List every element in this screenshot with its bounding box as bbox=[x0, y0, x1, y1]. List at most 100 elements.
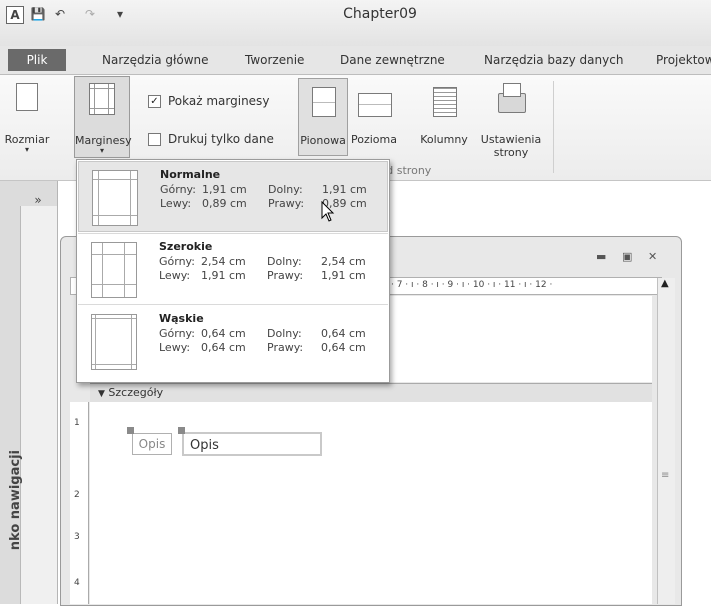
landscape-page-icon bbox=[358, 93, 392, 117]
portrait-button[interactable]: Pionowa bbox=[298, 78, 348, 156]
menu-divider bbox=[78, 304, 388, 305]
tab-database-tools[interactable]: Narzędzia bazy danych bbox=[484, 53, 623, 67]
vertical-scrollbar[interactable]: ▲ ≡ bbox=[657, 278, 675, 604]
margin-wide-thumbnail bbox=[91, 242, 137, 298]
right-margin-label: Prawy: bbox=[268, 197, 305, 210]
margin-option-name: Normalne bbox=[160, 168, 221, 181]
tab-design[interactable]: Projektow bbox=[656, 53, 711, 67]
tab-create[interactable]: Tworzenie bbox=[245, 53, 304, 67]
margin-option-wide[interactable]: Szerokie Górny: 2,54 cm Dolny: 2,54 cm L… bbox=[78, 234, 388, 305]
label-move-handle[interactable] bbox=[127, 427, 134, 434]
section-arrow-icon: ▼ bbox=[98, 389, 105, 399]
left-margin-value: 0,64 cm bbox=[201, 341, 246, 354]
undo-icon[interactable]: ↶ bbox=[52, 6, 68, 22]
bottom-margin-label: Dolny: bbox=[267, 327, 302, 340]
columns-icon bbox=[433, 87, 457, 117]
margin-narrow-thumbnail bbox=[91, 314, 137, 370]
left-margin-label: Lewy: bbox=[159, 341, 191, 354]
columns-label: Kolumny bbox=[420, 133, 468, 146]
margin-option-values-row2: Lewy: 0,64 cm Prawy: 0,64 cm bbox=[159, 341, 366, 354]
landscape-label: Pozioma bbox=[351, 133, 397, 146]
bottom-margin-label: Dolny: bbox=[267, 255, 302, 268]
detail-section-bar[interactable]: ▼ Szczegóły bbox=[90, 383, 652, 403]
top-margin-value: 1,91 cm bbox=[202, 183, 247, 196]
margin-option-narrow[interactable]: Wąskie Górny: 0,64 cm Dolny: 0,64 cm Lew… bbox=[78, 306, 388, 377]
landscape-button[interactable]: Pozioma bbox=[350, 79, 398, 155]
scroll-up-arrow-icon[interactable]: ▲ bbox=[661, 278, 669, 289]
chevron-down-icon: ▾ bbox=[24, 145, 29, 154]
left-margin-value: 0,89 cm bbox=[202, 197, 247, 210]
tab-external-data[interactable]: Dane zewnętrzne bbox=[340, 53, 445, 67]
save-icon[interactable]: 💾 bbox=[30, 6, 46, 22]
tab-file[interactable]: Plik bbox=[8, 49, 66, 71]
printer-paper-icon bbox=[503, 83, 521, 97]
vruler-mark: 1 bbox=[74, 418, 80, 428]
top-margin-value: 2,54 cm bbox=[201, 255, 246, 268]
top-margin-label: Górny: bbox=[160, 183, 196, 196]
margin-normal-thumbnail bbox=[92, 170, 138, 226]
left-margin-label: Lewy: bbox=[159, 269, 191, 282]
top-margin-label: Górny: bbox=[159, 327, 195, 340]
mouse-cursor-icon bbox=[321, 201, 335, 222]
textbox-move-handle[interactable] bbox=[178, 427, 185, 434]
margin-option-normal[interactable]: Normalne Górny: 1,91 cm Dolny: 1,91 cm L… bbox=[78, 161, 388, 232]
margin-option-values-row1: Górny: 0,64 cm Dolny: 0,64 cm bbox=[159, 327, 366, 340]
top-margin-label: Górny: bbox=[159, 255, 195, 268]
margin-option-values-row1: Górny: 2,54 cm Dolny: 2,54 cm bbox=[159, 255, 366, 268]
vruler-mark: 2 bbox=[74, 490, 80, 500]
size-button[interactable]: Rozmiar ▾ bbox=[4, 81, 50, 154]
portrait-label: Pionowa bbox=[300, 134, 346, 147]
bottom-margin-value: 2,54 cm bbox=[321, 255, 366, 268]
left-margin-value: 1,91 cm bbox=[201, 269, 246, 282]
vruler-mark: 4 bbox=[74, 578, 80, 588]
tab-home[interactable]: Narzędzia główne bbox=[102, 53, 209, 67]
show-margins-checkbox[interactable]: ✓ bbox=[148, 95, 161, 108]
margin-option-values-row2: Lewy: 1,91 cm Prawy: 1,91 cm bbox=[159, 269, 366, 282]
portrait-page-icon bbox=[312, 87, 336, 117]
left-margin-label: Lewy: bbox=[160, 197, 192, 210]
close-icon[interactable]: ✕ bbox=[648, 250, 657, 263]
title-bar: A 💾 ↶ ↷ ▾ Chapter09 bbox=[0, 0, 711, 46]
vertical-ruler: 1 2 3 4 bbox=[70, 402, 89, 604]
print-data-only-checkbox[interactable] bbox=[148, 133, 161, 146]
page-setup-button[interactable]: Ustawienia strony bbox=[474, 79, 548, 159]
bottom-margin-value: 0,64 cm bbox=[321, 327, 366, 340]
chevron-down-icon: ▾ bbox=[99, 146, 104, 155]
page-size-icon bbox=[16, 83, 38, 111]
margin-option-name: Szerokie bbox=[159, 240, 213, 253]
scroll-grip-icon[interactable]: ≡ bbox=[661, 470, 669, 481]
page-setup-label-1: Ustawienia bbox=[480, 133, 542, 146]
navigation-pane-label: nko nawigacji bbox=[8, 450, 23, 551]
page-setup-label-2: strony bbox=[493, 146, 529, 159]
show-margins-label: Pokaż marginesy bbox=[168, 94, 270, 108]
right-margin-value: 1,91 cm bbox=[321, 269, 366, 282]
access-app-icon[interactable]: A bbox=[6, 6, 24, 24]
menu-divider bbox=[78, 233, 388, 234]
right-margin-label: Prawy: bbox=[267, 341, 304, 354]
margins-icon bbox=[89, 83, 115, 115]
ribbon-tabs: Plik Narzędzia główne Tworzenie Dane zew… bbox=[0, 46, 711, 75]
description-textbox-control[interactable]: Opis bbox=[182, 432, 322, 456]
bottom-margin-label: Dolny: bbox=[268, 183, 303, 196]
margin-option-values-row2: Lewy: 0,89 cm Prawy: 0,89 cm bbox=[160, 197, 367, 210]
detail-section-label: Szczegóły bbox=[108, 386, 164, 399]
ruler-text: · 7 · ı · 8 · ı · 9 · ı · 10 · ı · 11 · … bbox=[391, 280, 553, 290]
margins-button[interactable]: Marginesy ▾ bbox=[74, 76, 132, 158]
description-label-control[interactable]: Opis bbox=[132, 433, 172, 455]
bottom-margin-value: 1,91 cm bbox=[322, 183, 367, 196]
form-detail-grid[interactable] bbox=[90, 402, 652, 604]
print-data-only-label: Drukuj tylko dane bbox=[168, 132, 274, 146]
margin-option-values-row1: Górny: 1,91 cm Dolny: 1,91 cm bbox=[160, 183, 367, 196]
margin-option-name: Wąskie bbox=[159, 312, 204, 325]
window-title: Chapter09 bbox=[343, 6, 417, 22]
top-margin-value: 0,64 cm bbox=[201, 327, 246, 340]
minimize-icon[interactable]: ▬ bbox=[596, 250, 606, 263]
restore-icon[interactable]: ▣ bbox=[622, 250, 632, 263]
columns-button[interactable]: Kolumny bbox=[416, 79, 472, 155]
right-margin-value: 0,64 cm bbox=[321, 341, 366, 354]
redo-icon[interactable]: ↷ bbox=[82, 6, 98, 22]
margins-dropdown: Normalne Górny: 1,91 cm Dolny: 1,91 cm L… bbox=[76, 159, 390, 383]
quick-access-customize-icon[interactable]: ▾ bbox=[112, 6, 128, 22]
right-margin-label: Prawy: bbox=[267, 269, 304, 282]
vruler-mark: 3 bbox=[74, 532, 80, 542]
